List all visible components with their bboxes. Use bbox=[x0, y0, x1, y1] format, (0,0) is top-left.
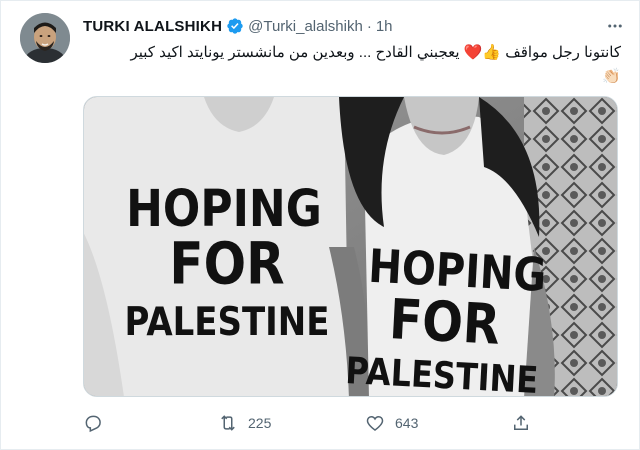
more-options-icon[interactable] bbox=[605, 16, 625, 36]
left-shirt-text: FOR bbox=[169, 230, 284, 297]
display-name[interactable]: TURKI ALALSHIKH bbox=[83, 18, 222, 35]
tweet-text-line: كانتونا رجل مواقف 👍❤️ يعجبني القادح ... … bbox=[130, 44, 621, 61]
user-handle[interactable]: @Turki_alalshikh bbox=[248, 18, 363, 35]
left-shirt-text: PALESTINE bbox=[125, 299, 330, 345]
tweet-header: TURKI ALALSHIKH @Turki_alalshikh · 1h bbox=[83, 16, 625, 36]
verified-badge-icon bbox=[226, 17, 244, 35]
retweet-count: 225 bbox=[248, 415, 272, 431]
share-icon bbox=[514, 415, 528, 430]
right-shirt-text: FOR bbox=[388, 288, 502, 358]
like-button[interactable]: 643 bbox=[365, 409, 418, 437]
timestamp[interactable]: 1h bbox=[376, 18, 393, 35]
tweet-text-line: 👏🏻 bbox=[602, 68, 621, 85]
retweet-button[interactable]: 225 bbox=[218, 409, 271, 437]
reply-icon bbox=[85, 415, 101, 433]
separator-dot: · bbox=[366, 17, 372, 35]
share-button[interactable] bbox=[511, 409, 531, 437]
reply-button[interactable] bbox=[83, 409, 103, 437]
like-count: 643 bbox=[395, 415, 419, 431]
retweet-icon bbox=[221, 415, 235, 431]
heart-icon bbox=[366, 415, 384, 432]
tweet-image[interactable]: HOPING FOR PALESTINE HOPING FOR PALESTIN… bbox=[83, 96, 618, 397]
avatar-photo bbox=[20, 13, 70, 63]
tweet-text: كانتونا رجل مواقف 👍❤️ يعجبني القادح ... … bbox=[83, 41, 621, 89]
avatar[interactable] bbox=[20, 13, 70, 63]
tweet-actions: 225 643 bbox=[83, 409, 543, 437]
tweet-photo: HOPING FOR PALESTINE HOPING FOR PALESTIN… bbox=[84, 97, 617, 396]
tweet-card[interactable]: TURKI ALALSHIKH @Turki_alalshikh · 1h كا… bbox=[0, 0, 640, 450]
